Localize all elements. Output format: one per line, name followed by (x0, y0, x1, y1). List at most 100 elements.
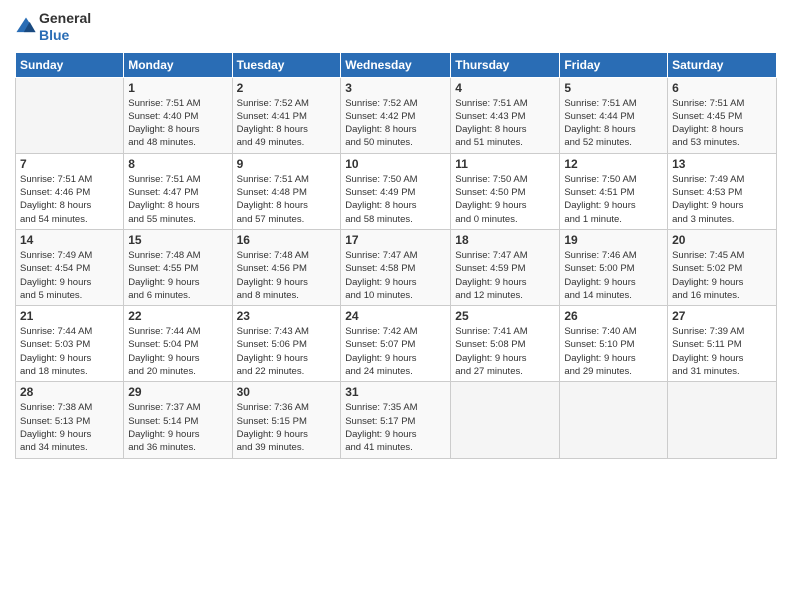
calendar-cell: 31 Sunrise: 7:35 AMSunset: 5:17 PMDayligh… (341, 382, 451, 458)
calendar-cell: 6 Sunrise: 7:51 AMSunset: 4:45 PMDaylight… (668, 77, 777, 153)
col-wednesday: Wednesday (341, 52, 451, 77)
col-saturday: Saturday (668, 52, 777, 77)
day-number: 21 (20, 309, 119, 323)
calendar-cell (451, 382, 560, 458)
calendar-cell: 22Sunrise: 7:44 AMSunset: 5:04 PMDayligh… (124, 306, 232, 382)
calendar-cell (668, 382, 777, 458)
day-number: 17 (345, 233, 446, 247)
calendar-cell: 27Sunrise: 7:39 AMSunset: 5:11 PMDayligh… (668, 306, 777, 382)
day-info: Sunrise: 7:47 AMSunset: 4:58 PMDaylight:… (345, 249, 446, 302)
col-monday: Monday (124, 52, 232, 77)
calendar-cell: 24Sunrise: 7:42 AMSunset: 5:07 PMDayligh… (341, 306, 451, 382)
day-number: 6 (672, 81, 772, 95)
day-info: Sunrise: 7:51 AMSunset: 4:47 PMDaylight:… (128, 173, 227, 226)
week-row: 14 Sunrise: 7:49 AMSunset: 4:54 PMDayligh… (16, 229, 777, 305)
calendar-cell: 11 Sunrise: 7:50 AMSunset: 4:50 PMDayligh… (451, 153, 560, 229)
day-info: Sunrise: 7:51 AMSunset: 4:44 PMDaylight:… (564, 97, 663, 150)
calendar-body: 1 Sunrise: 7:51 AMSunset: 4:40 PMDaylight… (16, 77, 777, 458)
day-info: Sunrise: 7:39 AMSunset: 5:11 PMDaylight:… (672, 325, 772, 378)
logo-icon (15, 16, 37, 38)
day-info: Sunrise: 7:50 AMSunset: 4:51 PMDaylight:… (564, 173, 663, 226)
calendar-cell (16, 77, 124, 153)
day-info: Sunrise: 7:36 AMSunset: 5:15 PMDaylight:… (237, 401, 337, 454)
col-friday: Friday (560, 52, 668, 77)
calendar-cell: 29 Sunrise: 7:37 AMSunset: 5:14 PMDayligh… (124, 382, 232, 458)
day-number: 11 (455, 157, 555, 171)
calendar-cell: 9Sunrise: 7:51 AMSunset: 4:48 PMDaylight… (232, 153, 341, 229)
day-number: 7 (20, 157, 119, 171)
day-number: 19 (564, 233, 663, 247)
day-number: 29 (128, 385, 227, 399)
calendar-cell: 3 Sunrise: 7:52 AMSunset: 4:42 PMDaylight… (341, 77, 451, 153)
logo-text: General Blue (39, 10, 91, 44)
day-info: Sunrise: 7:44 AMSunset: 5:04 PMDaylight:… (128, 325, 227, 378)
calendar-cell: 10 Sunrise: 7:50 AMSunset: 4:49 PMDayligh… (341, 153, 451, 229)
day-info: Sunrise: 7:37 AMSunset: 5:14 PMDaylight:… (128, 401, 227, 454)
calendar-cell: 8Sunrise: 7:51 AMSunset: 4:47 PMDaylight… (124, 153, 232, 229)
day-info: Sunrise: 7:35 AMSunset: 5:17 PMDaylight:… (345, 401, 446, 454)
day-info: Sunrise: 7:47 AMSunset: 4:59 PMDaylight:… (455, 249, 555, 302)
col-tuesday: Tuesday (232, 52, 341, 77)
day-number: 2 (237, 81, 337, 95)
calendar-cell: 4 Sunrise: 7:51 AMSunset: 4:43 PMDaylight… (451, 77, 560, 153)
calendar-cell: 2 Sunrise: 7:52 AMSunset: 4:41 PMDaylight… (232, 77, 341, 153)
day-info: Sunrise: 7:38 AMSunset: 5:13 PMDaylight:… (20, 401, 119, 454)
day-info: Sunrise: 7:51 AMSunset: 4:43 PMDaylight:… (455, 97, 555, 150)
header: General Blue (15, 10, 777, 44)
day-number: 14 (20, 233, 119, 247)
calendar-cell: 16 Sunrise: 7:48 AMSunset: 4:56 PMDayligh… (232, 229, 341, 305)
day-info: Sunrise: 7:52 AMSunset: 4:41 PMDaylight:… (237, 97, 337, 150)
header-row: Sunday Monday Tuesday Wednesday Thursday… (16, 52, 777, 77)
calendar-cell: 21 Sunrise: 7:44 AMSunset: 5:03 PMDayligh… (16, 306, 124, 382)
day-number: 31 (345, 385, 446, 399)
day-number: 5 (564, 81, 663, 95)
day-number: 16 (237, 233, 337, 247)
page-container: General Blue Sunday Monday Tuesday Wedne… (0, 0, 792, 469)
calendar-cell: 5 Sunrise: 7:51 AMSunset: 4:44 PMDaylight… (560, 77, 668, 153)
day-info: Sunrise: 7:40 AMSunset: 5:10 PMDaylight:… (564, 325, 663, 378)
day-number: 13 (672, 157, 772, 171)
day-info: Sunrise: 7:51 AMSunset: 4:46 PMDaylight:… (20, 173, 119, 226)
calendar-cell: 14 Sunrise: 7:49 AMSunset: 4:54 PMDayligh… (16, 229, 124, 305)
day-number: 10 (345, 157, 446, 171)
day-info: Sunrise: 7:45 AMSunset: 5:02 PMDaylight:… (672, 249, 772, 302)
col-sunday: Sunday (16, 52, 124, 77)
day-number: 18 (455, 233, 555, 247)
calendar-cell: 20Sunrise: 7:45 AMSunset: 5:02 PMDayligh… (668, 229, 777, 305)
day-info: Sunrise: 7:48 AMSunset: 4:55 PMDaylight:… (128, 249, 227, 302)
calendar-cell: 17 Sunrise: 7:47 AMSunset: 4:58 PMDayligh… (341, 229, 451, 305)
calendar-cell: 18 Sunrise: 7:47 AMSunset: 4:59 PMDayligh… (451, 229, 560, 305)
day-number: 24 (345, 309, 446, 323)
day-number: 12 (564, 157, 663, 171)
day-number: 28 (20, 385, 119, 399)
calendar-cell: 13 Sunrise: 7:49 AMSunset: 4:53 PMDayligh… (668, 153, 777, 229)
day-number: 30 (237, 385, 337, 399)
day-info: Sunrise: 7:51 AMSunset: 4:40 PMDaylight:… (128, 97, 227, 150)
day-number: 25 (455, 309, 555, 323)
day-info: Sunrise: 7:44 AMSunset: 5:03 PMDaylight:… (20, 325, 119, 378)
calendar-cell: 23Sunrise: 7:43 AMSunset: 5:06 PMDayligh… (232, 306, 341, 382)
col-thursday: Thursday (451, 52, 560, 77)
calendar-cell: 28 Sunrise: 7:38 AMSunset: 5:13 PMDayligh… (16, 382, 124, 458)
day-info: Sunrise: 7:46 AMSunset: 5:00 PMDaylight:… (564, 249, 663, 302)
logo: General Blue (15, 10, 91, 44)
calendar-cell: 12 Sunrise: 7:50 AMSunset: 4:51 PMDayligh… (560, 153, 668, 229)
week-row: 7 Sunrise: 7:51 AMSunset: 4:46 PMDaylight… (16, 153, 777, 229)
day-number: 26 (564, 309, 663, 323)
day-info: Sunrise: 7:50 AMSunset: 4:50 PMDaylight:… (455, 173, 555, 226)
day-number: 3 (345, 81, 446, 95)
day-number: 4 (455, 81, 555, 95)
day-number: 15 (128, 233, 227, 247)
day-info: Sunrise: 7:49 AMSunset: 4:54 PMDaylight:… (20, 249, 119, 302)
calendar-cell: 26 Sunrise: 7:40 AMSunset: 5:10 PMDayligh… (560, 306, 668, 382)
day-info: Sunrise: 7:49 AMSunset: 4:53 PMDaylight:… (672, 173, 772, 226)
day-info: Sunrise: 7:50 AMSunset: 4:49 PMDaylight:… (345, 173, 446, 226)
week-row: 28 Sunrise: 7:38 AMSunset: 5:13 PMDayligh… (16, 382, 777, 458)
day-number: 1 (128, 81, 227, 95)
day-info: Sunrise: 7:48 AMSunset: 4:56 PMDaylight:… (237, 249, 337, 302)
day-info: Sunrise: 7:52 AMSunset: 4:42 PMDaylight:… (345, 97, 446, 150)
calendar-cell: 1 Sunrise: 7:51 AMSunset: 4:40 PMDaylight… (124, 77, 232, 153)
day-info: Sunrise: 7:51 AMSunset: 4:48 PMDaylight:… (237, 173, 337, 226)
calendar-cell: 25Sunrise: 7:41 AMSunset: 5:08 PMDayligh… (451, 306, 560, 382)
day-info: Sunrise: 7:51 AMSunset: 4:45 PMDaylight:… (672, 97, 772, 150)
